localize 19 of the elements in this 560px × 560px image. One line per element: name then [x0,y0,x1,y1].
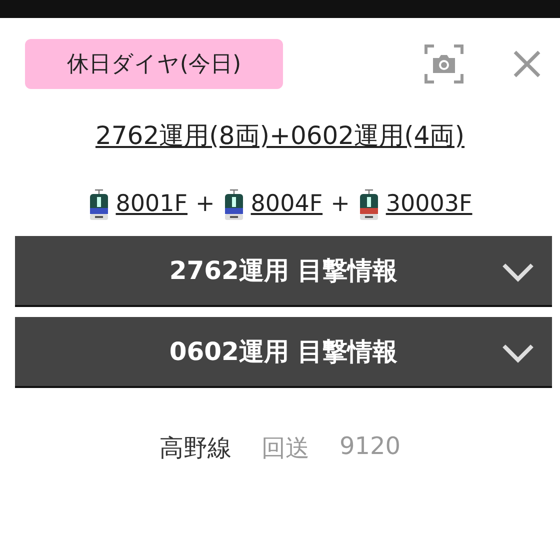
plus-sign: + [196,191,215,217]
screenshot-icon[interactable] [424,44,464,84]
plus-sign: + [330,191,350,217]
close-icon[interactable] [512,49,542,79]
sighting-accordion[interactable]: 2762運用 目撃情報 [15,236,552,307]
line-name: 高野線 [159,433,232,464]
train-set-link[interactable]: 30003F [386,191,472,217]
train-bumper [360,214,378,220]
accordion-label: 2762運用 目撃情報 [169,255,398,287]
train-bumper [90,214,108,220]
train-set-link[interactable]: 8001F [116,191,188,217]
schedule-badge: 休日ダイヤ(今日) [25,39,283,89]
title-link[interactable]: 2762運用(8両)+0602運用(4両) [95,119,465,152]
train-number: 9120 [339,432,401,462]
service-type: 回送 [261,433,310,464]
train-bumper [224,214,243,220]
sighting-accordion[interactable]: 0602運用 目撃情報 [15,317,552,388]
train-set-link[interactable]: 8004F [250,191,323,217]
accordion-label: 0602運用 目撃情報 [169,336,398,368]
